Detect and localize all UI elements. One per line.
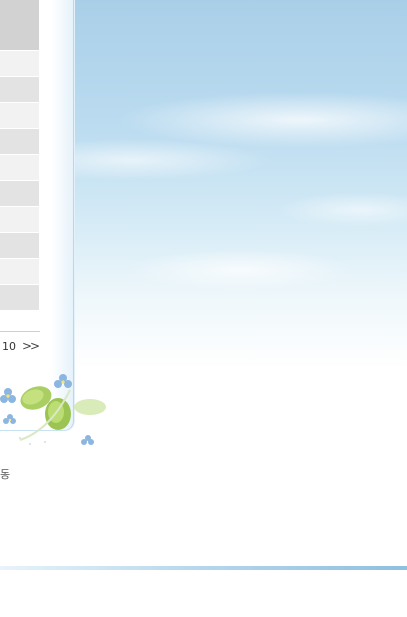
footer-divider — [0, 566, 407, 570]
table-row[interactable] — [0, 181, 39, 207]
pagination: 10 >> — [2, 339, 40, 353]
table-row[interactable] — [0, 285, 39, 311]
footer-text: 동 — [0, 468, 11, 481]
table-row[interactable] — [0, 77, 39, 103]
next-page-button[interactable]: >> — [22, 339, 40, 353]
table-row[interactable] — [0, 51, 39, 77]
table-row[interactable] — [0, 207, 39, 233]
page-link-last[interactable]: 10 — [2, 340, 16, 353]
table-row[interactable] — [0, 155, 39, 181]
table-row[interactable] — [0, 259, 39, 285]
table-row[interactable] — [0, 129, 39, 155]
table-header — [0, 0, 39, 50]
pager-divider — [0, 331, 40, 332]
left-panel: 10 >> — [0, 0, 74, 431]
table-row[interactable] — [0, 103, 39, 129]
flower-decoration-icon — [0, 374, 106, 445]
table-body — [0, 51, 39, 311]
table-row[interactable] — [0, 233, 39, 259]
